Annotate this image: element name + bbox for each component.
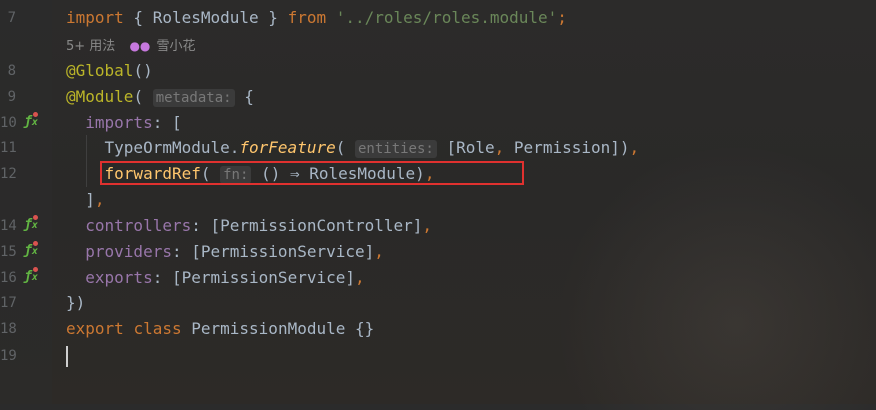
breakpoint-dot-icon [33, 215, 38, 220]
code-line[interactable]: 11 TypeOrmModule.forFeature( entities: [… [0, 135, 876, 161]
breakpoint-dot-icon [33, 241, 38, 246]
line-number[interactable]: 16 [0, 265, 17, 291]
code-line[interactable]: 18 export class PermissionModule {} [0, 316, 876, 342]
code-token: class [133, 319, 182, 338]
code-token: import [66, 8, 124, 27]
code-token: , [629, 138, 640, 157]
highlight-annotation-box [100, 161, 524, 185]
code-token: , [494, 138, 505, 157]
code-text[interactable]: import { RolesModule } from '../roles/ro… [66, 5, 567, 31]
code-token: : [PermissionService] [171, 242, 375, 261]
line-number[interactable]: 14 [0, 213, 17, 239]
code-text[interactable]: export class PermissionModule {} [66, 316, 374, 342]
code-token: providers [85, 242, 172, 261]
code-text[interactable]: TypeOrmModule.forFeature( entities: [Rol… [66, 135, 639, 161]
code-text[interactable]: controllers: [PermissionController], [66, 213, 432, 239]
code-editor[interactable]: 7 import { RolesModule } from '../roles/r… [0, 0, 876, 410]
code-token: () [133, 61, 153, 80]
line-number[interactable]: 9 [0, 84, 16, 110]
code-line[interactable]: ], [0, 187, 876, 213]
line-number[interactable]: 7 [0, 5, 16, 31]
author-name[interactable]: 雪小花 [157, 39, 196, 54]
code-text[interactable]: @Module( metadata: { [66, 84, 254, 110]
code-line[interactable]: 8 @Global() [0, 58, 876, 84]
line-number[interactable]: 8 [0, 58, 16, 84]
code-token: export [66, 319, 124, 338]
indent-guide [86, 135, 87, 187]
code-token: , [94, 190, 105, 209]
usage-inlay-hint[interactable]: 5+ 用法 ●● 雪小花 [66, 36, 196, 56]
code-token: forFeature [239, 138, 336, 157]
code-token: Permission]) [504, 138, 630, 157]
code-text[interactable]: providers: [PermissionService], [66, 239, 384, 265]
code-token: , [355, 268, 365, 287]
code-token: from [287, 8, 327, 27]
code-line[interactable]: 14 ƒx controllers: [PermissionController]… [0, 213, 876, 239]
code-token: : [ [152, 113, 182, 132]
code-line[interactable]: 17}) [0, 290, 876, 316]
code-token: : [PermissionController] [191, 216, 423, 235]
line-number[interactable]: 12 [0, 161, 17, 187]
code-line[interactable]: 7 import { RolesModule } from '../roles/r… [0, 5, 876, 31]
parameter-hint: entities: [354, 140, 437, 158]
code-text[interactable]: }) [66, 290, 85, 316]
code-token: exports [85, 268, 153, 287]
user-group-icon: ●● [129, 39, 151, 53]
code-token: [Role [436, 138, 495, 157]
code-text[interactable]: imports: [ [66, 110, 182, 136]
code-token: ( [133, 87, 153, 106]
fx-icon[interactable]: ƒx [24, 241, 40, 259]
code-token: { [234, 87, 254, 106]
breakpoint-dot-icon [33, 112, 38, 117]
fx-icon[interactable]: ƒx [24, 112, 40, 130]
code-token: , [422, 216, 433, 235]
code-token: @Global [66, 61, 134, 80]
code-text[interactable]: ], [66, 187, 105, 213]
code-line[interactable]: 19 [0, 343, 876, 369]
code-line[interactable]: 9 @Module( metadata: { [0, 84, 876, 110]
code-line[interactable]: 10 ƒx imports: [ [0, 110, 876, 136]
line-number[interactable]: 10 [0, 110, 17, 136]
code-token: , [374, 242, 384, 261]
usages-count[interactable]: 5+ 用法 [66, 39, 115, 54]
code-token: imports [85, 113, 153, 132]
fx-icon[interactable]: ƒx [24, 267, 40, 285]
line-number[interactable]: 18 [0, 316, 17, 342]
fx-icon[interactable]: ƒx [24, 215, 40, 233]
code-token: : [PermissionService] [152, 268, 355, 287]
code-token: PermissionModule {} [181, 319, 375, 338]
code-token: }) [66, 293, 86, 312]
code-token: { RolesModule } [123, 8, 288, 27]
line-number[interactable]: 19 [0, 343, 17, 369]
code-token: controllers [85, 216, 192, 235]
code-token: '../roles/roles.module' [335, 8, 558, 27]
breakpoint-dot-icon [33, 267, 38, 272]
code-token: @Module [66, 87, 134, 106]
code-token: TypeOrmModule. [66, 138, 240, 157]
code-text[interactable]: exports: [PermissionService], [66, 265, 365, 291]
code-line[interactable]: 16 ƒx exports: [PermissionService], [0, 265, 876, 291]
line-number[interactable]: 17 [0, 290, 17, 316]
code-token: ] [66, 190, 95, 209]
code-token: ( [335, 138, 355, 157]
text-caret [66, 346, 68, 367]
code-line[interactable]: 15 ƒx providers: [PermissionService], [0, 239, 876, 265]
code-token: ; [557, 8, 567, 27]
line-number[interactable]: 11 [0, 135, 17, 161]
parameter-hint: metadata: [152, 89, 235, 107]
line-number[interactable]: 15 [0, 239, 17, 265]
code-text[interactable]: @Global() [66, 58, 153, 84]
